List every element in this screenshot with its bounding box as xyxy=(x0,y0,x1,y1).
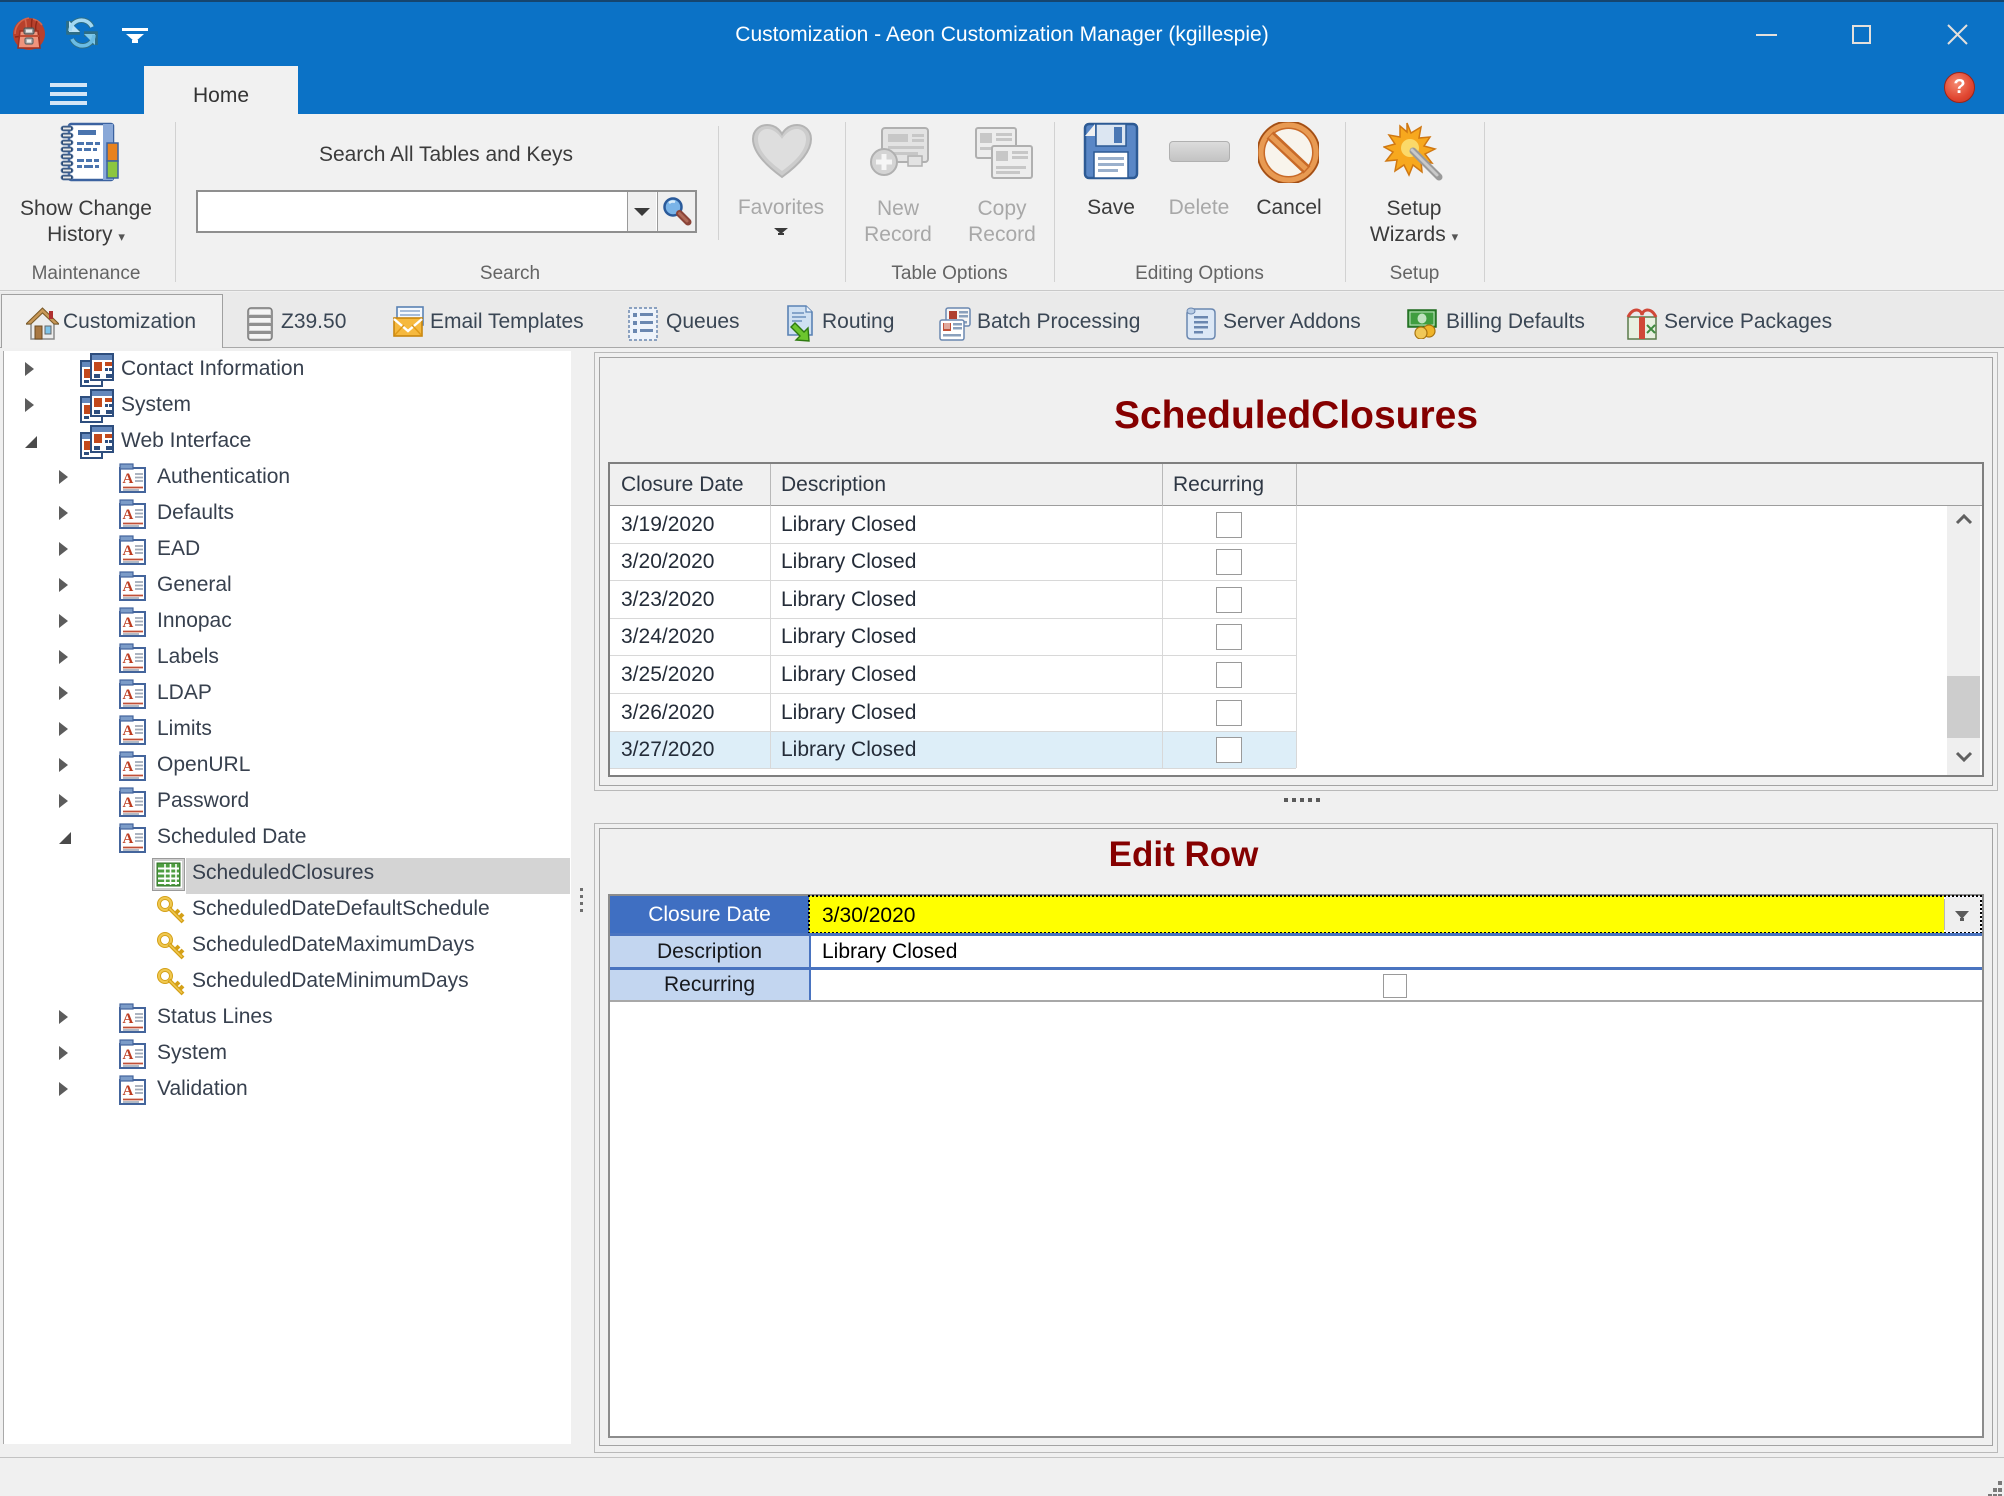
svg-text:A: A xyxy=(123,507,134,523)
svg-text:A: A xyxy=(123,723,134,739)
svg-text:A: A xyxy=(123,1047,134,1063)
svg-text:A: A xyxy=(123,651,134,667)
svg-text:A: A xyxy=(123,759,134,775)
svg-text:A: A xyxy=(123,471,134,487)
svg-text:A: A xyxy=(123,1083,134,1099)
svg-text:A: A xyxy=(123,795,134,811)
svg-text:A: A xyxy=(123,543,134,559)
svg-text:A: A xyxy=(123,687,134,703)
svg-text:A: A xyxy=(123,1011,134,1027)
svg-text:A: A xyxy=(123,579,134,595)
svg-text:A: A xyxy=(123,831,134,847)
svg-text:A: A xyxy=(123,615,134,631)
